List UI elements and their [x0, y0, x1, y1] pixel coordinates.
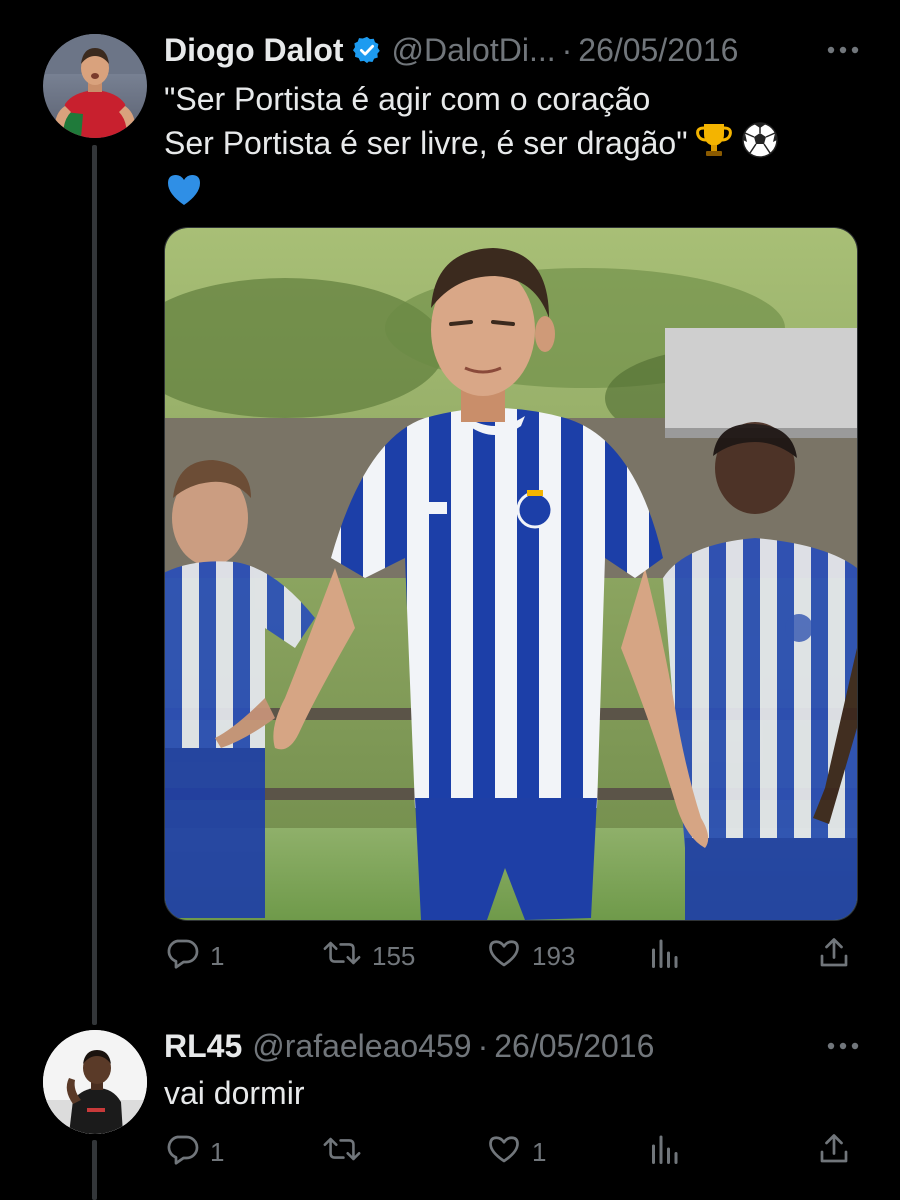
- reply-button[interactable]: 1: [164, 934, 224, 978]
- avatar[interactable]: [43, 1030, 147, 1134]
- views-chart-icon: [648, 935, 680, 978]
- reply-count: 1: [210, 1136, 225, 1167]
- like-count: 193: [532, 940, 576, 971]
- thread-connector-line: [92, 1140, 97, 1200]
- heart-icon: [486, 935, 522, 978]
- tweet-text-line: "Ser Portista é agir com o coração: [164, 81, 651, 117]
- author-name[interactable]: RL45: [164, 1028, 242, 1065]
- like-count: 1: [532, 1136, 547, 1167]
- more-horizontal-icon[interactable]: [826, 1024, 860, 1068]
- soccer-ball-icon: [740, 120, 780, 170]
- tweet-text-line: Ser Portista é ser livre, é ser dragão": [164, 120, 860, 170]
- share-button[interactable]: [816, 934, 852, 978]
- retweet-count: 155: [372, 940, 416, 971]
- tweet-header: RL45 @rafaeleao459 · 26/05/2016: [164, 1024, 860, 1068]
- tweet-header: Diogo Dalot @DalotDi... · 26/05/2016: [164, 28, 860, 72]
- tweet-actions: 1 155 193: [164, 934, 856, 978]
- more-horizontal-icon[interactable]: [826, 28, 860, 72]
- views-chart-icon: [648, 1131, 680, 1174]
- photo-football-players: [165, 228, 857, 920]
- retweet-button[interactable]: [322, 1130, 372, 1174]
- trophy-icon: [694, 120, 734, 170]
- retweet-button[interactable]: 155: [322, 934, 415, 978]
- share-icon: [816, 935, 852, 978]
- share-button[interactable]: [816, 1130, 852, 1174]
- tweet-date[interactable]: 26/05/2016: [494, 1028, 654, 1065]
- tweet-text-line: vai dormir: [164, 1075, 305, 1111]
- tweet-text-line-content: Ser Portista é ser livre, é ser dragão": [164, 125, 688, 161]
- tweet-media-photo[interactable]: [164, 227, 858, 921]
- avatar[interactable]: [43, 34, 147, 138]
- tweet-text: "Ser Portista é agir com o coração Ser P…: [164, 78, 860, 220]
- views-button[interactable]: [648, 934, 680, 978]
- reply-button[interactable]: 1: [164, 1130, 224, 1174]
- retweet-icon: [322, 1131, 362, 1174]
- reply-count: 1: [210, 940, 225, 971]
- author-handle[interactable]: @rafaeleao459: [252, 1028, 471, 1065]
- separator-dot: ·: [477, 1027, 489, 1064]
- retweet-icon: [322, 935, 362, 978]
- like-button[interactable]: 1: [486, 1130, 546, 1174]
- reply-icon: [164, 1131, 200, 1174]
- blue-heart-icon: [164, 170, 204, 220]
- thread-view: Diogo Dalot @DalotDi... · 26/05/2016 "Se…: [0, 0, 900, 1200]
- tweet-actions: 1 1: [164, 1130, 856, 1174]
- heart-icon: [486, 1131, 522, 1174]
- author-name[interactable]: Diogo Dalot: [164, 32, 344, 69]
- like-button[interactable]: 193: [486, 934, 575, 978]
- author-handle[interactable]: @DalotDi...: [392, 32, 556, 69]
- views-button[interactable]: [648, 1130, 680, 1174]
- reply-icon: [164, 935, 200, 978]
- share-icon: [816, 1131, 852, 1174]
- separator-dot: ·: [561, 31, 573, 68]
- tweet-date[interactable]: 26/05/2016: [578, 32, 738, 69]
- tweet-text-line: [164, 170, 860, 220]
- thread-connector-line: [92, 145, 97, 1025]
- verified-badge-icon: [352, 35, 382, 65]
- tweet-text: vai dormir: [164, 1072, 860, 1114]
